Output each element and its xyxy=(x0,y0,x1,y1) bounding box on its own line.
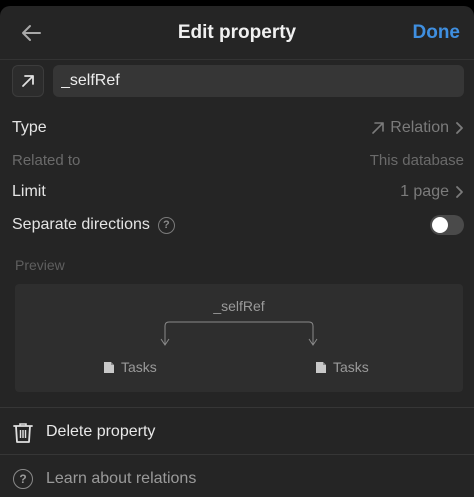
limit-value: 1 page xyxy=(400,183,464,201)
trash-icon xyxy=(13,422,33,443)
help-icon: ? xyxy=(13,469,33,489)
type-value-text: Relation xyxy=(390,119,449,136)
relation-preview: _selfRef Tasks Tasks xyxy=(15,284,463,392)
limit-label: Limit xyxy=(12,183,46,200)
type-row[interactable]: Type Relation xyxy=(12,114,464,142)
toggle-knob xyxy=(432,217,448,233)
preview-right-node-label: Tasks xyxy=(333,359,369,375)
property-type-icon-button[interactable] xyxy=(12,65,44,97)
chevron-right-icon xyxy=(456,122,463,134)
page-icon xyxy=(316,361,326,373)
type-value: Relation xyxy=(371,119,464,137)
divider xyxy=(0,454,474,455)
learn-about-relations-link[interactable]: ? Learn about relations xyxy=(13,464,464,494)
learn-about-relations-label: Learn about relations xyxy=(46,470,197,487)
done-button[interactable]: Done xyxy=(413,22,461,44)
limit-value-text: 1 page xyxy=(400,183,449,200)
related-to-label: Related to xyxy=(12,151,81,169)
header: Edit property Done xyxy=(0,6,474,60)
relation-connector-lines xyxy=(160,321,318,346)
edit-property-sheet: Edit property Done Type Relation Related… xyxy=(0,6,474,497)
delete-property-label: Delete property xyxy=(46,423,156,440)
page-title: Edit property xyxy=(177,22,297,43)
preview-right-node: Tasks xyxy=(315,359,369,375)
type-label: Type xyxy=(12,119,47,136)
separate-directions-label: Separate directions xyxy=(12,216,150,233)
property-name-row xyxy=(12,65,464,97)
limit-row[interactable]: Limit 1 page xyxy=(12,178,464,206)
preview-left-node: Tasks xyxy=(103,359,157,375)
preview-label: Preview xyxy=(15,257,65,273)
related-to-row: Related to This database xyxy=(12,146,464,174)
separate-directions-row: Separate directions ? xyxy=(12,211,464,239)
preview-left-node-label: Tasks xyxy=(121,359,157,375)
separate-directions-label-wrap: Separate directions ? xyxy=(12,216,175,234)
delete-property-button[interactable]: Delete property xyxy=(13,417,464,447)
help-icon[interactable]: ? xyxy=(157,216,175,234)
chevron-right-icon xyxy=(456,186,463,198)
property-name-input[interactable] xyxy=(53,65,464,97)
divider xyxy=(0,407,474,408)
arrow-up-right-icon xyxy=(22,75,34,87)
separate-directions-toggle[interactable] xyxy=(430,215,464,235)
arrow-up-right-icon xyxy=(372,122,385,134)
page-icon xyxy=(104,361,114,373)
related-to-value: This database xyxy=(369,151,464,169)
